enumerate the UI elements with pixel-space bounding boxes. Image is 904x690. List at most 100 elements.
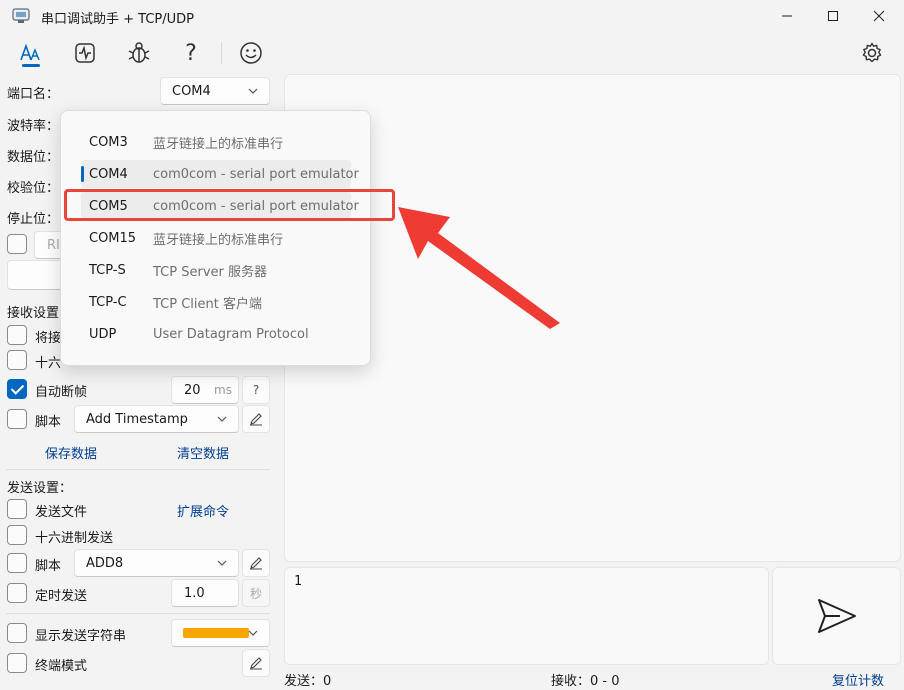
reset-count-link[interactable]: 复位计数 bbox=[832, 670, 884, 689]
help-icon[interactable]: ? bbox=[178, 40, 204, 66]
bug-icon[interactable] bbox=[126, 40, 152, 66]
toolbar-separator bbox=[221, 42, 222, 64]
minimize-button[interactable] bbox=[764, 0, 810, 32]
port-option-udp[interactable]: UDP User Datagram Protocol bbox=[81, 320, 351, 348]
terminal-mode-edit-button[interactable] bbox=[242, 649, 270, 677]
maximize-button[interactable] bbox=[810, 0, 856, 32]
smiley-icon[interactable] bbox=[238, 40, 264, 66]
send-button[interactable] bbox=[772, 567, 901, 665]
port-dropdown: COM3 蓝牙链接上的标准串行 COM4 com0com - serial po… bbox=[60, 110, 371, 366]
port-option-name: UDP bbox=[89, 326, 117, 342]
parity-label: 校验位： bbox=[7, 181, 60, 196]
chevron-down-icon bbox=[248, 88, 258, 94]
chevron-down-icon bbox=[217, 416, 227, 422]
open-port-button[interactable] bbox=[7, 260, 67, 290]
save-to-file-label: 将接 bbox=[35, 331, 62, 346]
send-script-select[interactable]: ADD8 bbox=[74, 549, 239, 577]
port-option-tcp-s[interactable]: TCP-S TCP Server 服务器 bbox=[81, 256, 351, 284]
chevron-down-icon bbox=[248, 630, 258, 636]
port-option-name: COM4 bbox=[89, 166, 128, 182]
title-bar: 串口调试助手 + TCP/UDP bbox=[0, 0, 904, 32]
timed-send-checkbox[interactable] bbox=[7, 583, 27, 603]
receive-count: 接收：0 - 0 bbox=[551, 674, 620, 689]
port-select[interactable]: COM4 bbox=[160, 77, 270, 105]
app-icon bbox=[12, 8, 30, 23]
port-option-name: COM15 bbox=[89, 230, 137, 246]
minimize-icon bbox=[782, 15, 792, 17]
port-option-desc: User Datagram Protocol bbox=[153, 326, 309, 342]
active-tab-indicator bbox=[22, 64, 40, 67]
send-file-checkbox[interactable] bbox=[7, 499, 27, 519]
flow-control-checkbox[interactable] bbox=[7, 234, 27, 254]
clear-data-link[interactable]: 清空数据 bbox=[177, 443, 229, 462]
hex-send-label: 十六进制发送 bbox=[35, 531, 114, 546]
receive-script-select[interactable]: Add Timestamp bbox=[74, 405, 239, 433]
section-divider bbox=[6, 469, 270, 470]
port-option-desc: 蓝牙链接上的标准串行 bbox=[153, 136, 284, 152]
gear-icon[interactable] bbox=[859, 40, 885, 66]
save-data-link[interactable]: 保存数据 bbox=[45, 443, 97, 462]
port-option-desc: com0com - serial port emulator bbox=[153, 166, 359, 182]
maximize-icon bbox=[828, 11, 838, 21]
receive-script-label: 脚本 bbox=[35, 415, 62, 430]
window-title: 串口调试助手 + TCP/UDP bbox=[41, 12, 194, 27]
timed-send-value: 1.0 bbox=[184, 586, 205, 601]
timed-send-label: 定时发送 bbox=[35, 589, 88, 604]
hex-display-checkbox[interactable] bbox=[7, 350, 27, 370]
waveform-icon[interactable] bbox=[72, 40, 98, 66]
pen-icon bbox=[250, 557, 262, 570]
send-icon bbox=[817, 599, 856, 633]
port-option-name: COM3 bbox=[89, 134, 128, 150]
close-button[interactable] bbox=[856, 0, 902, 32]
receive-script-checkbox[interactable] bbox=[7, 409, 27, 429]
send-script-label: 脚本 bbox=[35, 559, 62, 574]
hex-display-label: 十六 bbox=[35, 356, 62, 371]
port-select-value: COM4 bbox=[172, 83, 211, 99]
port-option-com4[interactable]: COM4 com0com - serial port emulator bbox=[81, 160, 359, 188]
receive-script-edit-button[interactable] bbox=[242, 405, 270, 433]
send-count: 发送：0 bbox=[284, 674, 332, 689]
terminal-mode-checkbox[interactable] bbox=[7, 653, 27, 673]
send-script-checkbox[interactable] bbox=[7, 553, 27, 573]
port-option-com3[interactable]: COM3 蓝牙链接上的标准串行 bbox=[81, 128, 351, 156]
auto-frame-label: 自动断帧 bbox=[35, 385, 88, 400]
pen-icon bbox=[250, 657, 262, 670]
port-option-tcp-c[interactable]: TCP-C TCP Client 客户端 bbox=[81, 288, 351, 316]
flow-control-label: RI bbox=[47, 237, 60, 253]
font-style-icon[interactable] bbox=[18, 40, 44, 66]
auto-frame-help-button[interactable]: ? bbox=[242, 376, 270, 404]
send-text-input[interactable] bbox=[284, 567, 769, 665]
hex-send-checkbox[interactable] bbox=[7, 525, 27, 545]
annotation-highlight-box bbox=[64, 189, 395, 221]
send-color-swatch bbox=[183, 628, 249, 638]
stopbits-label: 停止位： bbox=[7, 212, 60, 227]
show-send-string-checkbox[interactable] bbox=[7, 623, 27, 643]
port-option-desc: TCP Server 服务器 bbox=[153, 264, 267, 280]
send-color-picker[interactable] bbox=[171, 619, 270, 647]
close-icon bbox=[873, 10, 885, 22]
send-script-value: ADD8 bbox=[86, 555, 124, 571]
port-label: 端口名： bbox=[7, 87, 60, 102]
port-option-desc: TCP Client 客户端 bbox=[153, 296, 262, 312]
port-option-name: TCP-S bbox=[89, 262, 126, 278]
receive-text-area[interactable] bbox=[284, 74, 901, 562]
auto-frame-checkbox[interactable] bbox=[7, 379, 27, 399]
chevron-down-icon bbox=[217, 560, 227, 566]
send-section-label: 发送设置： bbox=[7, 481, 73, 496]
timed-send-unit-label: 秒 bbox=[249, 586, 262, 601]
databits-label: 数据位： bbox=[7, 150, 60, 165]
help-icon: ? bbox=[252, 383, 260, 397]
selected-indicator bbox=[81, 166, 84, 182]
pen-icon bbox=[250, 413, 262, 426]
auto-frame-input[interactable]: 20 ms bbox=[171, 376, 239, 404]
port-option-desc: 蓝牙链接上的标准串行 bbox=[153, 232, 284, 248]
send-input-value: 1 bbox=[294, 574, 302, 589]
terminal-mode-label: 终端模式 bbox=[35, 659, 88, 674]
save-to-file-checkbox[interactable] bbox=[7, 325, 27, 345]
ext-command-link[interactable]: 扩展命令 bbox=[177, 501, 229, 520]
baud-label: 波特率： bbox=[7, 119, 60, 134]
timed-send-input[interactable]: 1.0 bbox=[171, 579, 239, 607]
send-script-edit-button[interactable] bbox=[242, 549, 270, 577]
auto-frame-value: 20 bbox=[184, 383, 201, 398]
port-option-com15[interactable]: COM15 蓝牙链接上的标准串行 bbox=[81, 224, 351, 252]
